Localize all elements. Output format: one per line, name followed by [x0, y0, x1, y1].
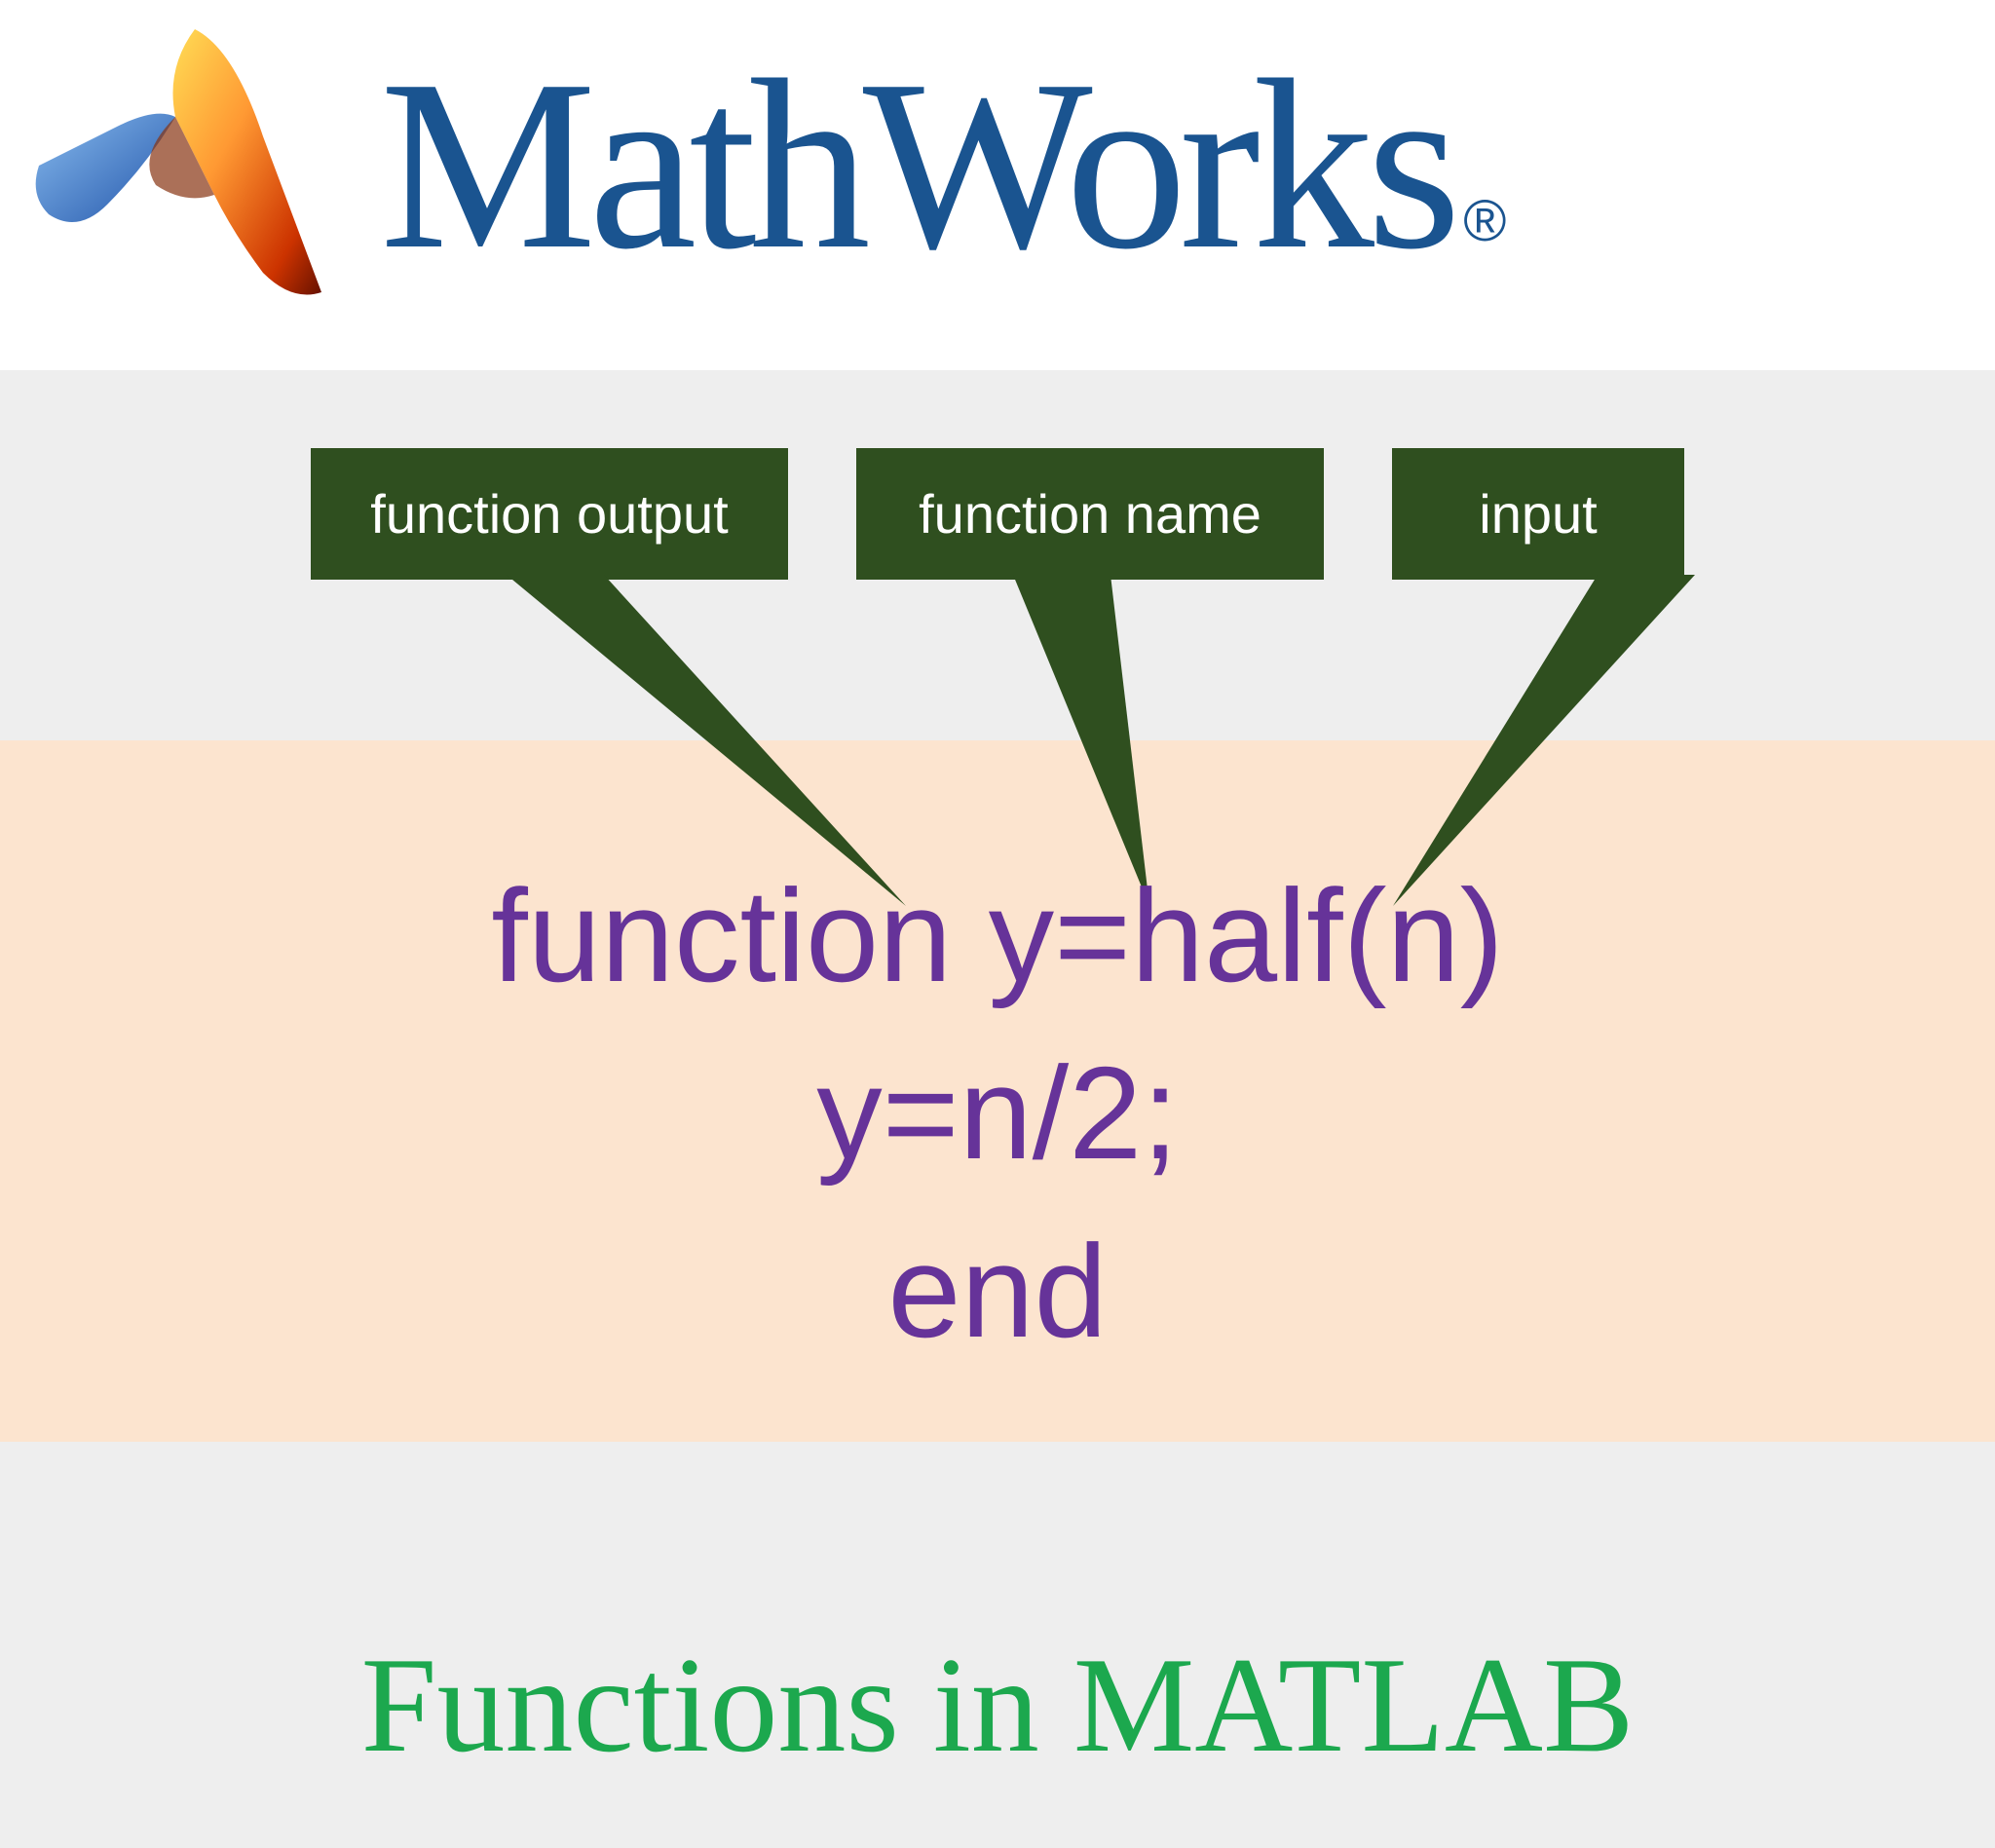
company-name: MathWorks [380, 30, 1453, 300]
code-line-3: end [0, 1203, 1995, 1380]
page-title: Functions in MATLAB [0, 1627, 1995, 1784]
code-line-1: function y=half(n) [0, 848, 1995, 1025]
code-example: function y=half(n) y=n/2; end [0, 848, 1995, 1380]
code-line-2: y=n/2; [0, 1025, 1995, 1202]
matlab-logo-icon [19, 19, 351, 312]
callout-function-name: function name [856, 448, 1324, 580]
logo-text: MathWorks® [380, 25, 1506, 306]
callout-input: input [1392, 448, 1684, 580]
callout-row: function output function name input [0, 448, 1995, 580]
mathworks-logo: MathWorks® [19, 19, 1506, 312]
callout-function-output: function output [311, 448, 788, 580]
registered-symbol: ® [1463, 188, 1506, 253]
